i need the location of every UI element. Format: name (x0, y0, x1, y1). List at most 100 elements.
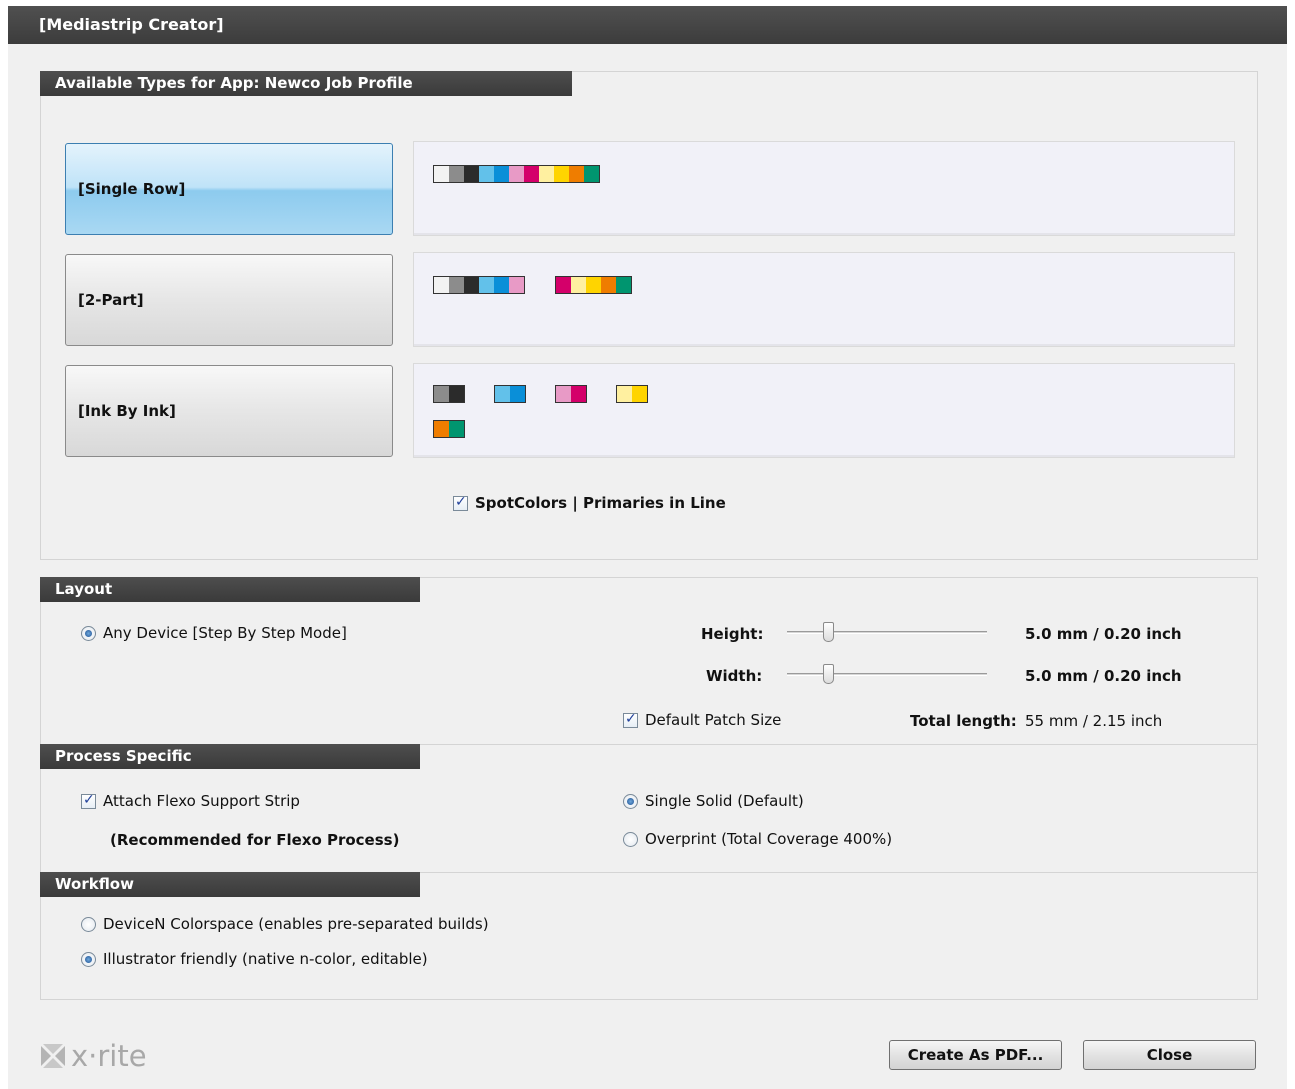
two-part-strip-2 (555, 276, 632, 294)
illustrator-label: Illustrator friendly (native n-color, ed… (103, 950, 428, 968)
two-part-strip-1 (433, 276, 525, 294)
patch-yellow (632, 386, 647, 402)
window-title: [Mediastrip Creator] (8, 6, 1287, 44)
patch-dark (464, 166, 479, 182)
total-length-label: Total length: (910, 712, 1017, 730)
patch-magenta (571, 386, 586, 402)
type-single-row-label: [Single Row] (78, 180, 186, 198)
patch-magenta-light (509, 166, 524, 182)
type-single-row-button[interactable]: [Single Row] (65, 143, 393, 235)
single-row-preview (413, 141, 1235, 236)
patch-yellow-light (617, 386, 632, 402)
spot-colors-option[interactable]: SpotColors | Primaries in Line (453, 494, 726, 512)
illustrator-radio[interactable] (81, 951, 96, 967)
height-value: 5.0 mm / 0.20 inch (1025, 625, 1182, 643)
available-types-header: Available Types for App: Newco Job Profi… (40, 71, 572, 96)
patch-orange (569, 166, 584, 182)
patch-cyan (494, 277, 509, 293)
width-slider-track (787, 673, 987, 676)
patch-green (449, 421, 464, 437)
mediastrip-creator-window: [Mediastrip Creator] Available Types for… (8, 6, 1287, 1089)
patch-orange (601, 277, 616, 293)
devicen-label: DeviceN Colorspace (enables pre-separate… (103, 915, 489, 933)
patch-yellow-light (571, 277, 586, 293)
patch-cyan-light (479, 166, 494, 182)
layout-header: Layout (40, 577, 420, 602)
create-pdf-button[interactable]: Create As PDF... (889, 1040, 1062, 1070)
patch-cyan-light (495, 386, 510, 402)
patch-gray (449, 166, 464, 182)
patch-magenta-light (509, 277, 524, 293)
any-device-option[interactable]: Any Device [Step By Step Mode] (81, 624, 347, 642)
patch-white (434, 166, 449, 182)
xrite-logo-text: x·rite (71, 1039, 147, 1073)
width-slider-thumb[interactable] (823, 664, 834, 684)
height-label: Height: (701, 625, 764, 643)
default-patch-option[interactable]: Default Patch Size (623, 711, 781, 729)
height-slider-track (787, 631, 987, 634)
two-part-preview (413, 252, 1235, 347)
single-solid-label: Single Solid (Default) (645, 792, 804, 810)
patch-gray (434, 386, 449, 402)
patch-cyan-light (479, 277, 494, 293)
attach-flexo-option[interactable]: Attach Flexo Support Strip (81, 792, 300, 810)
workflow-header: Workflow (40, 872, 420, 897)
devicen-radio[interactable] (81, 916, 96, 932)
ink-cyan-strip (494, 385, 526, 403)
patch-magenta (556, 277, 571, 293)
total-length-value: 55 mm / 2.15 inch (1025, 712, 1163, 730)
default-patch-checkbox[interactable] (623, 711, 638, 728)
xrite-logo-icon (41, 1044, 65, 1068)
patch-cyan (494, 166, 509, 182)
patch-dark (449, 386, 464, 402)
recommended-note: (Recommended for Flexo Process) (110, 831, 400, 849)
single-row-strip (433, 165, 600, 183)
attach-flexo-checkbox[interactable] (81, 792, 96, 809)
workflow-panel: Workflow DeviceN Colorspace (enables pre… (40, 872, 1258, 1000)
patch-green (616, 277, 631, 293)
xrite-logo: x·rite (39, 1039, 147, 1073)
width-slider[interactable] (787, 664, 987, 684)
patch-yellow (586, 277, 601, 293)
single-solid-option[interactable]: Single Solid (Default) (623, 792, 804, 810)
layout-panel: Layout Any Device [Step By Step Mode] He… (40, 577, 1258, 744)
height-slider[interactable] (787, 622, 987, 642)
any-device-radio[interactable] (81, 625, 96, 641)
patch-gray (449, 277, 464, 293)
overprint-label: Overprint (Total Coverage 400%) (645, 830, 893, 848)
height-slider-thumb[interactable] (823, 622, 834, 642)
width-label: Width: (706, 667, 763, 685)
overprint-radio[interactable] (623, 831, 638, 847)
patch-dark (464, 277, 479, 293)
patch-green (584, 166, 599, 182)
patch-magenta (524, 166, 539, 182)
ink-black-strip (433, 385, 465, 403)
type-ink-by-ink-label: [Ink By Ink] (78, 402, 176, 420)
any-device-label: Any Device [Step By Step Mode] (103, 624, 347, 642)
patch-cyan (510, 386, 525, 402)
patch-yellow (554, 166, 569, 182)
overprint-option[interactable]: Overprint (Total Coverage 400%) (623, 830, 892, 848)
default-patch-label: Default Patch Size (645, 711, 782, 729)
type-2-part-button[interactable]: [2-Part] (65, 254, 393, 346)
spot-colors-checkbox[interactable] (453, 494, 468, 511)
patch-orange (434, 421, 449, 437)
ink-magenta-strip (555, 385, 587, 403)
patch-white (434, 277, 449, 293)
width-value: 5.0 mm / 0.20 inch (1025, 667, 1182, 685)
process-specific-panel: Process Specific Attach Flexo Support St… (40, 744, 1258, 872)
patch-magenta-light (556, 386, 571, 402)
ink-spot-strip (433, 420, 465, 438)
available-types-panel: Available Types for App: Newco Job Profi… (40, 71, 1258, 560)
process-specific-header: Process Specific (40, 744, 420, 769)
spot-colors-label: SpotColors | Primaries in Line (475, 494, 726, 512)
patch-yellow-light (539, 166, 554, 182)
attach-flexo-label: Attach Flexo Support Strip (103, 792, 300, 810)
illustrator-option[interactable]: Illustrator friendly (native n-color, ed… (81, 950, 428, 968)
ink-by-ink-preview (413, 363, 1235, 458)
single-solid-radio[interactable] (623, 793, 638, 809)
close-button[interactable]: Close (1083, 1040, 1256, 1070)
type-2-part-label: [2-Part] (78, 291, 144, 309)
type-ink-by-ink-button[interactable]: [Ink By Ink] (65, 365, 393, 457)
devicen-option[interactable]: DeviceN Colorspace (enables pre-separate… (81, 915, 489, 933)
